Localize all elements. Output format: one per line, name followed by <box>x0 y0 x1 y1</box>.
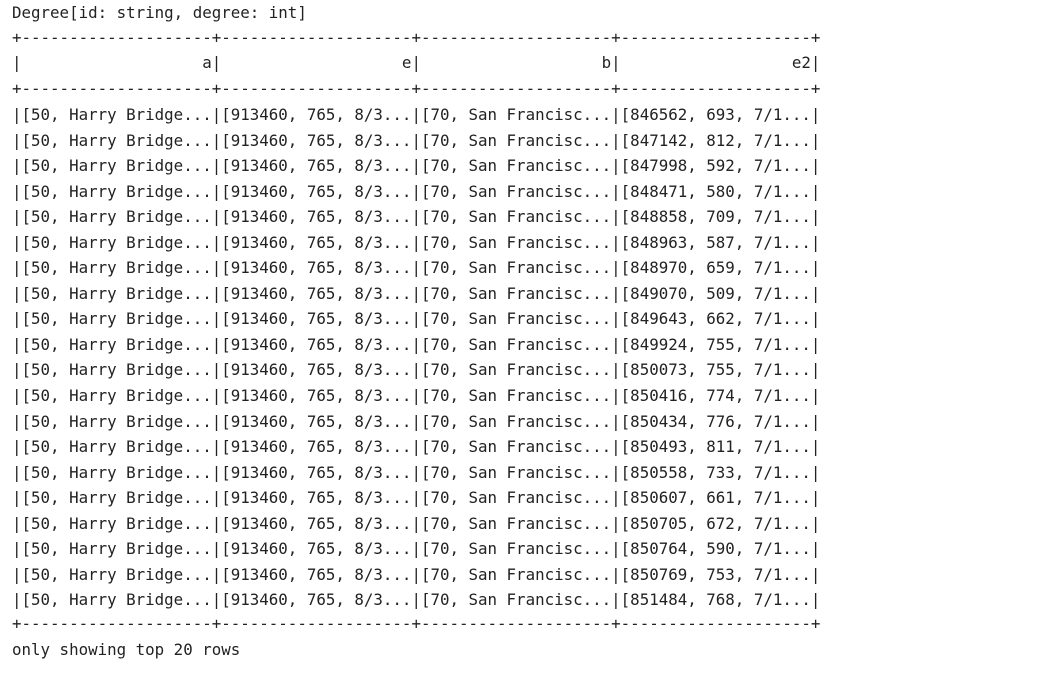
table-row: |[50, Harry Bridge...|[913460, 765, 8/3.… <box>12 156 821 176</box>
table-row: |[50, Harry Bridge...|[913460, 765, 8/3.… <box>12 462 821 482</box>
footer-note: only showing top 20 rows <box>12 640 241 659</box>
table-row: |[50, Harry Bridge...|[913460, 765, 8/3.… <box>12 207 821 227</box>
console-output: Degree[id: string, degree: int] +-------… <box>0 0 1041 673</box>
table-border-bottom: +--------------------+------------------… <box>12 614 821 633</box>
table-row: |[50, Harry Bridge...|[913460, 765, 8/3.… <box>12 411 821 431</box>
table-header-row: | a| e| b| e2| <box>12 53 821 72</box>
table-row: |[50, Harry Bridge...|[913460, 765, 8/3.… <box>12 283 821 303</box>
table-row: |[50, Harry Bridge...|[913460, 765, 8/3.… <box>12 386 821 406</box>
table-row: |[50, Harry Bridge...|[913460, 765, 8/3.… <box>12 130 821 150</box>
table-row: |[50, Harry Bridge...|[913460, 765, 8/3.… <box>12 513 821 533</box>
table-row: |[50, Harry Bridge...|[913460, 765, 8/3.… <box>12 437 821 457</box>
table-border-header: +--------------------+------------------… <box>12 79 821 98</box>
table-row: |[50, Harry Bridge...|[913460, 765, 8/3.… <box>12 360 821 380</box>
table-body: |[50, Harry Bridge...|[913460, 765, 8/3.… <box>12 102 820 613</box>
table-border-top: +--------------------+------------------… <box>12 28 821 47</box>
table-row: |[50, Harry Bridge...|[913460, 765, 8/3.… <box>12 334 821 354</box>
table-row: |[50, Harry Bridge...|[913460, 765, 8/3.… <box>12 105 821 124</box>
table-row: |[50, Harry Bridge...|[913460, 765, 8/3.… <box>12 258 821 278</box>
table-row: |[50, Harry Bridge...|[913460, 765, 8/3.… <box>12 539 821 559</box>
table-row: |[50, Harry Bridge...|[913460, 765, 8/3.… <box>12 309 821 329</box>
table-row: |[50, Harry Bridge...|[913460, 765, 8/3.… <box>12 488 821 508</box>
table-row: |[50, Harry Bridge...|[913460, 765, 8/3.… <box>12 232 821 252</box>
table-row: |[50, Harry Bridge...|[913460, 765, 8/3.… <box>12 590 821 610</box>
schema-line: Degree[id: string, degree: int] <box>12 3 307 22</box>
table-row: |[50, Harry Bridge...|[913460, 765, 8/3.… <box>12 564 821 584</box>
table-row: |[50, Harry Bridge...|[913460, 765, 8/3.… <box>12 181 821 201</box>
